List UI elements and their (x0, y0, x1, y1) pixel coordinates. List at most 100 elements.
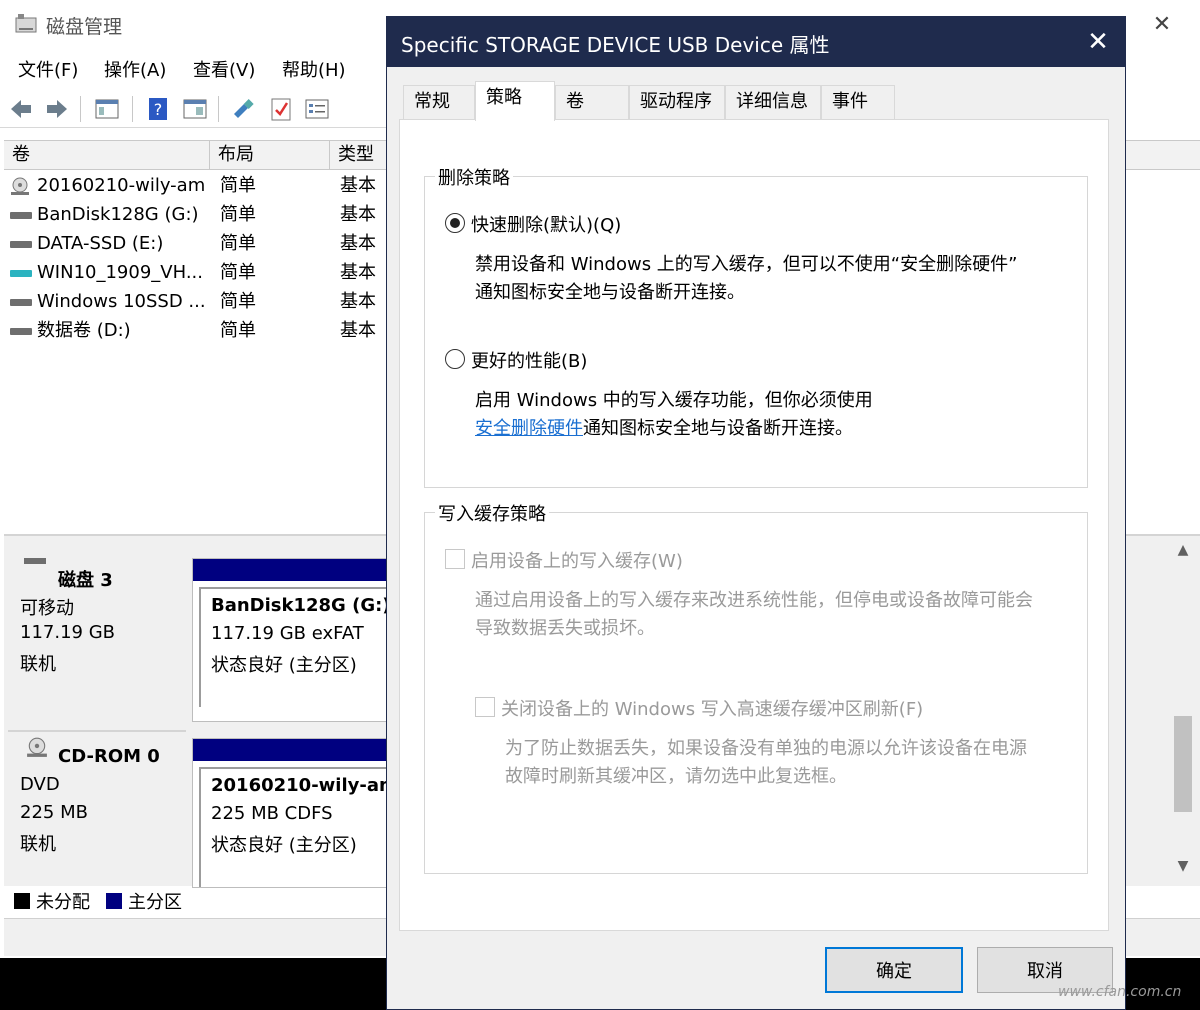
volume-type: 基本 (340, 320, 376, 341)
volume-row[interactable]: 20160210-wily-am 简单 基本 (6, 172, 386, 200)
toolbar: ? (0, 90, 390, 128)
quick-removal-desc-1: 禁用设备和 Windows 上的写入缓存，但可以不使用“安全删除硬件” (475, 254, 1018, 275)
disk-kind: 可移动 (20, 598, 74, 619)
column-type[interactable]: 类型 (330, 141, 390, 170)
safely-remove-hardware-link[interactable]: 安全删除硬件 (475, 418, 583, 439)
disk-size: 225 MB (20, 802, 88, 823)
menu-view[interactable]: 查看(V) (193, 56, 255, 82)
better-performance-label[interactable]: 更好的性能(B) (471, 347, 587, 373)
console-tree-icon[interactable] (94, 96, 120, 122)
scroll-up-icon[interactable]: ▲ (1170, 542, 1196, 564)
quick-removal-desc-2: 通知图标安全地与设备断开连接。 (475, 282, 745, 303)
volume-layout: 简单 (220, 291, 256, 312)
volume-layout: 简单 (220, 233, 256, 254)
legend-unallocated: 未分配 (36, 892, 90, 913)
tab-driver[interactable]: 驱动程序 (629, 85, 725, 119)
group-title: 删除策略 (435, 164, 513, 190)
show-pane-icon[interactable] (182, 96, 208, 122)
partition-cdrom[interactable]: 20160210-wily-am 225 MB CDFS 状态良好 (主分区) (192, 738, 398, 888)
turn-off-flush-desc-1: 为了防止数据丢失，如果设备没有单独的电源以允许该设备在电源 (505, 738, 1027, 759)
back-arrow-icon[interactable] (8, 96, 34, 122)
close-icon[interactable]: ✕ (1140, 6, 1184, 42)
enable-write-cache-checkbox[interactable] (445, 549, 465, 569)
enable-write-cache-label[interactable]: 启用设备上的写入缓存(W) (471, 547, 683, 573)
primary-partition-swatch (106, 893, 122, 909)
write-caching-group: 写入缓存策略 启用设备上的写入缓存(W) 通过启用设备上的写入缓存来改进系统性能… (424, 500, 1088, 874)
drive-icon (10, 328, 32, 335)
partition-health: 状态良好 (主分区) (211, 835, 357, 856)
volume-layout: 简单 (220, 262, 256, 283)
volume-layout: 简单 (220, 175, 256, 196)
partition-name: BanDisk128G (G:) (211, 595, 391, 616)
disk-status: 联机 (20, 654, 56, 675)
volume-row[interactable]: BanDisk128G (G:) 简单 基本 (6, 201, 386, 229)
volume-type: 基本 (340, 233, 376, 254)
checklist-icon[interactable] (268, 96, 294, 122)
volume-layout: 简单 (220, 320, 256, 341)
partition-detail: 117.19 GB exFAT (211, 623, 364, 644)
lower-pane-scrollbar[interactable]: ▲ ▼ (1170, 540, 1196, 880)
removal-policy-group: 删除策略 快速删除(默认)(Q) 禁用设备和 Windows 上的写入缓存，但可… (424, 164, 1088, 488)
legend-primary: 主分区 (128, 892, 182, 913)
volume-row[interactable]: 数据卷 (D:) 简单 基本 (6, 317, 386, 345)
volume-type: 基本 (340, 291, 376, 312)
scroll-thumb[interactable] (1174, 716, 1192, 812)
connect-icon[interactable] (230, 96, 256, 122)
properties-dialog: Specific STORAGE DEVICE USB Device 属性 ✕ … (386, 16, 1126, 1010)
partition-name: 20160210-wily-am (211, 775, 398, 796)
properties-icon[interactable] (304, 96, 330, 122)
cdrom-0-info[interactable]: CD-ROM 0 DVD 225 MB 联机 (8, 730, 186, 884)
help-icon[interactable]: ? (146, 96, 172, 122)
svg-text:?: ? (154, 100, 163, 119)
volume-row[interactable]: Windows 10SSD ... 简单 基本 (6, 288, 386, 316)
scroll-down-icon[interactable]: ▼ (1170, 858, 1196, 880)
tab-general[interactable]: 常规 (403, 85, 475, 119)
quick-removal-radio[interactable] (445, 213, 465, 233)
column-layout[interactable]: 布局 (210, 141, 330, 170)
volume-name: DATA-SSD (E:) (37, 233, 164, 254)
ok-button[interactable]: 确定 (825, 947, 963, 993)
cd-drive-icon (27, 737, 47, 757)
tab-events[interactable]: 事件 (821, 85, 895, 119)
menu-bar: 文件(F) 操作(A) 查看(V) 帮助(H) (0, 52, 390, 86)
disk-management-icon (15, 14, 37, 33)
menu-help[interactable]: 帮助(H) (282, 56, 346, 82)
group-title: 写入缓存策略 (435, 500, 549, 526)
menu-action[interactable]: 操作(A) (104, 56, 166, 82)
turn-off-flush-checkbox[interactable] (475, 697, 495, 717)
tab-policies[interactable]: 策略 (475, 81, 555, 121)
turn-off-flush-label[interactable]: 关闭设备上的 Windows 写入高速缓存缓冲区刷新(F) (501, 695, 923, 721)
disk-name: CD-ROM 0 (58, 746, 160, 767)
volume-row[interactable]: DATA-SSD (E:) 简单 基本 (6, 230, 386, 258)
dialog-title-bar: Specific STORAGE DEVICE USB Device 属性 ✕ (387, 17, 1125, 67)
disk-3-info[interactable]: 磁盘 3 可移动 117.19 GB 联机 (8, 550, 186, 728)
primary-partition-bar (193, 559, 393, 581)
removable-disk-icon (24, 558, 46, 564)
volume-type: 基本 (340, 262, 376, 283)
volume-list-overflow (1125, 80, 1200, 530)
menu-file[interactable]: 文件(F) (18, 56, 78, 82)
volume-list-header: 卷 布局 类型 (4, 140, 386, 170)
quick-removal-label[interactable]: 快速删除(默认)(Q) (471, 211, 621, 237)
column-volume[interactable]: 卷 (4, 141, 210, 170)
tab-details[interactable]: 详细信息 (725, 85, 821, 119)
dialog-title: Specific STORAGE DEVICE USB Device 属性 (401, 33, 830, 57)
drive-icon (10, 299, 32, 306)
better-performance-radio[interactable] (445, 349, 465, 369)
partition-detail: 225 MB CDFS (211, 803, 333, 824)
volume-name: 20160210-wily-am (37, 175, 206, 196)
watermark: www.cfan.com.cn (1058, 984, 1182, 1000)
volume-name: 数据卷 (D:) (37, 320, 131, 341)
volume-type: 基本 (340, 204, 376, 225)
close-icon[interactable]: ✕ (1079, 23, 1117, 61)
enable-write-cache-desc-1: 通过启用设备上的写入缓存来改进系统性能，但停电或设备故障可能会 (475, 590, 1033, 611)
tab-volumes[interactable]: 卷 (555, 85, 629, 119)
virtual-drive-icon (10, 270, 32, 277)
disk-size: 117.19 GB (20, 622, 116, 643)
volume-row[interactable]: WIN10_1909_VH... 简单 基本 (6, 259, 386, 287)
partition-health: 状态良好 (主分区) (211, 655, 357, 676)
policies-panel: 删除策略 快速删除(默认)(Q) 禁用设备和 Windows 上的写入缓存，但可… (399, 119, 1109, 931)
partition-bandisk[interactable]: BanDisk128G (G:) 117.19 GB exFAT 状态良好 (主… (192, 558, 395, 722)
forward-arrow-icon[interactable] (44, 96, 70, 122)
drive-icon (10, 212, 32, 219)
